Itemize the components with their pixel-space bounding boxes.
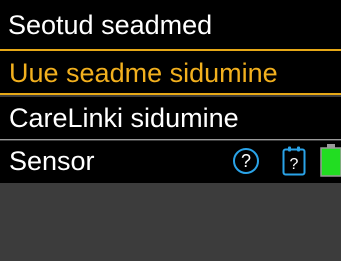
menu-item-label: CareLinki sidumine [9, 103, 239, 133]
page-title: Seotud seadmed [8, 10, 213, 40]
pump-screen: Seotud seadmed Uue seadme sidumine CareL… [0, 0, 341, 261]
menu-item-label: Uue seadme sidumine [9, 58, 278, 88]
battery-icon [320, 144, 341, 177]
menu-item-pair-new-device[interactable]: Uue seadme sidumine [0, 49, 341, 95]
calibration-icon: ? [282, 146, 306, 176]
calibration-glyph: ? [290, 156, 299, 173]
help-icon: ? [233, 148, 259, 174]
empty-area [0, 183, 341, 261]
title-bar: Seotud seadmed [0, 0, 341, 49]
menu-item-label: Sensor [9, 146, 95, 176]
menu-item-carelink-pairing[interactable]: CareLinki sidumine [0, 97, 341, 140]
